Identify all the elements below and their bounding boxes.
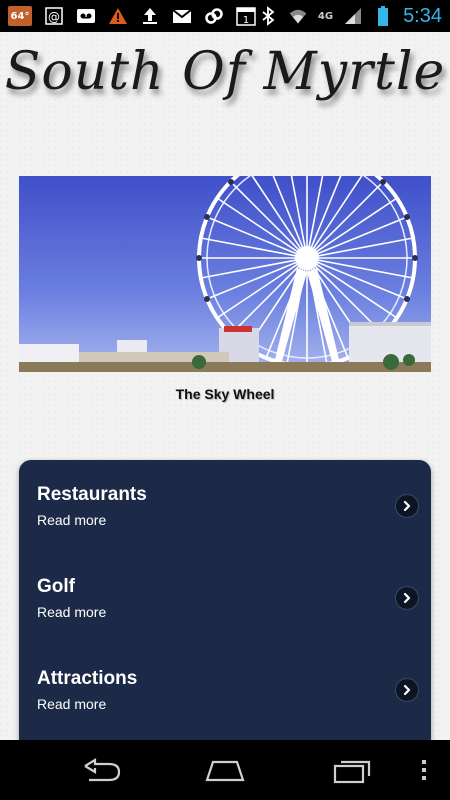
ferris-wheel-photo <box>19 176 431 372</box>
voicemail-icon <box>76 6 96 26</box>
menu-item-subtitle: Read more <box>37 604 107 620</box>
bluetooth-icon <box>258 6 278 26</box>
back-icon <box>84 758 121 782</box>
navigation-bar <box>0 740 450 800</box>
wifi-icon <box>288 6 308 26</box>
category-menu: Restaurants Read more Golf Read more Att… <box>19 460 431 740</box>
main-content: South Of Myrtle The Sky Wheel Restaurant… <box>0 32 450 740</box>
menu-item-attractions[interactable]: Attractions Read more <box>19 644 431 736</box>
hero-caption: The Sky Wheel <box>175 386 275 402</box>
site-logo-title: South Of Myrtle <box>4 42 446 102</box>
home-icon <box>205 760 245 782</box>
network-type-label: 4G <box>317 10 334 22</box>
chevron-right-icon <box>395 586 419 610</box>
menu-item-title: Attractions <box>37 668 138 689</box>
menu-item-subtitle: Read more <box>37 512 107 528</box>
chevron-right-icon <box>395 678 419 702</box>
menu-item-restaurants[interactable]: Restaurants Read more <box>19 460 431 552</box>
menu-item-subtitle: Read more <box>37 696 107 712</box>
status-bar: 64° @ 1 4G 5:34 <box>0 0 450 32</box>
back-button[interactable] <box>76 755 126 785</box>
weather-badge: 64° <box>8 6 32 26</box>
signal-icon <box>343 6 363 26</box>
gmail-icon <box>172 6 192 26</box>
link-icon <box>204 6 224 26</box>
svg-text:1: 1 <box>243 15 249 26</box>
clock: 5:34 <box>403 4 442 27</box>
overflow-menu-button[interactable] <box>404 755 444 785</box>
overflow-dots-icon <box>422 760 426 780</box>
recent-apps-icon <box>333 760 371 784</box>
hero-image[interactable] <box>19 176 431 372</box>
warning-icon <box>108 6 128 26</box>
battery-icon <box>373 6 393 26</box>
recent-apps-button[interactable] <box>326 755 376 785</box>
upload-icon <box>140 6 160 26</box>
menu-item-title: Restaurants <box>37 484 147 505</box>
chevron-right-icon <box>395 494 419 518</box>
menu-item-golf[interactable]: Golf Read more <box>19 552 431 644</box>
email-at-icon: @ <box>44 6 64 26</box>
home-button[interactable] <box>200 755 250 785</box>
svg-text:@: @ <box>48 10 60 24</box>
menu-item-title: Golf <box>37 576 75 597</box>
calendar-icon: 1 <box>236 6 256 26</box>
